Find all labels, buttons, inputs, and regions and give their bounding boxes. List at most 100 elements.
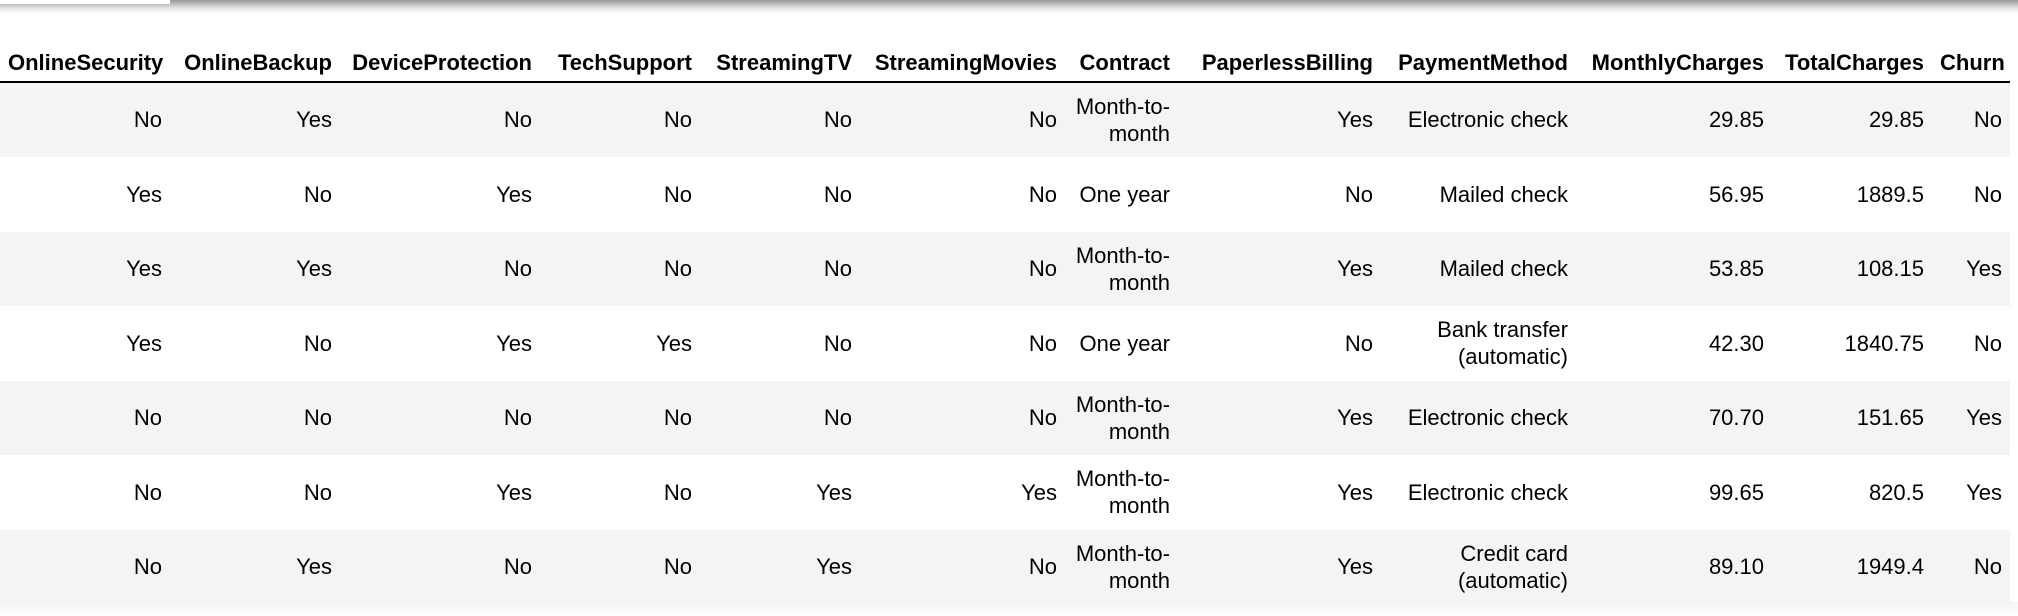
column-header-paymentmethod: PaymentMethod [1381,44,1576,83]
table-cell: Yes [0,231,170,306]
table-cell: Yes [1178,231,1381,306]
table-cell: No [1932,529,2010,604]
table-row: No No No No No No Month-to-month Yes Ele… [0,380,2010,455]
window-bottom-edge [0,602,2018,616]
table-row: No No Yes No Yes Yes Month-to-month Yes … [0,455,2010,530]
table-cell: No [0,380,170,455]
table-cell: 53.85 [1576,231,1772,306]
table-cell: Electronic check [1381,380,1576,455]
table-cell: Bank transfer (automatic) [1381,306,1576,381]
table-cell: Yes [340,455,540,530]
table-cell: Yes [1932,231,2010,306]
table-cell: No [540,455,700,530]
table-cell: No [860,380,1065,455]
column-header-churn: Churn [1932,44,2010,83]
column-header-paperlessbilling: PaperlessBilling [1178,44,1381,83]
table-cell: Electronic check [1381,82,1576,157]
header-row: OnlineSecurity OnlineBackup DeviceProtec… [0,44,2010,83]
table-cell: No [700,157,860,232]
table-cell: 820.5 [1772,455,1932,530]
table-cell: No [540,157,700,232]
table-cell: No [170,306,340,381]
table-cell: No [860,306,1065,381]
table-cell: 108.15 [1772,231,1932,306]
dataframe-table: OnlineSecurity OnlineBackup DeviceProtec… [0,44,2010,605]
table-cell: Yes [860,455,1065,530]
table-cell: No [340,380,540,455]
table-cell: Mailed check [1381,231,1576,306]
table-cell: 29.85 [1576,82,1772,157]
window-top-shadow [0,0,2018,14]
table-cell: Electronic check [1381,455,1576,530]
table-cell: 29.85 [1772,82,1932,157]
table-cell: No [1932,82,2010,157]
table-cell: Yes [1178,82,1381,157]
table-cell: No [700,231,860,306]
table-cell: No [860,529,1065,604]
table-cell: No [170,380,340,455]
table-cell: 89.10 [1576,529,1772,604]
column-header-onlinebackup: OnlineBackup [170,44,340,83]
table-cell: 99.65 [1576,455,1772,530]
table-cell: Yes [700,529,860,604]
table-row: No Yes No No No No Month-to-month Yes El… [0,82,2010,157]
table-cell: 56.95 [1576,157,1772,232]
column-header-streamingtv: StreamingTV [700,44,860,83]
table-cell: No [1932,306,2010,381]
table-cell: One year [1065,157,1178,232]
column-header-totalcharges: TotalCharges [1772,44,1932,83]
table-cell: No [340,231,540,306]
table-cell: Yes [170,82,340,157]
table-cell: 1949.4 [1772,529,1932,604]
table-cell: Mailed check [1381,157,1576,232]
table-cell: Yes [1178,529,1381,604]
column-header-contract: Contract [1065,44,1178,83]
table-cell: No [1178,306,1381,381]
table-cell: Month-to-month [1065,231,1178,306]
table-row: Yes No Yes Yes No No One year No Bank tr… [0,306,2010,381]
table-cell: No [700,82,860,157]
table-row: Yes No Yes No No No One year No Mailed c… [0,157,2010,232]
table-cell: No [1932,157,2010,232]
table-cell: Credit card (automatic) [1381,529,1576,604]
table-cell: Yes [1932,380,2010,455]
table-cell: No [0,82,170,157]
table-cell: No [1178,157,1381,232]
table-row: No Yes No No Yes No Month-to-month Yes C… [0,529,2010,604]
table-cell: Month-to-month [1065,455,1178,530]
table-cell: Yes [1178,380,1381,455]
table-cell: No [170,157,340,232]
table-cell: Month-to-month [1065,529,1178,604]
table-cell: No [170,455,340,530]
table-cell: No [700,306,860,381]
table-cell: No [860,82,1065,157]
table-cell: No [540,529,700,604]
table-cell: Yes [170,529,340,604]
table-cell: No [540,231,700,306]
table-cell: Yes [1178,455,1381,530]
table-cell: One year [1065,306,1178,381]
table-cell: Yes [1932,455,2010,530]
table-cell: 1840.75 [1772,306,1932,381]
column-header-onlinesecurity: OnlineSecurity [0,44,170,83]
column-header-streamingmovies: StreamingMovies [860,44,1065,83]
table-cell: No [860,231,1065,306]
table-cell: 151.65 [1772,380,1932,455]
column-header-monthlycharges: MonthlyCharges [1576,44,1772,83]
column-header-techsupport: TechSupport [540,44,700,83]
table-cell: Yes [340,306,540,381]
table-cell: Yes [540,306,700,381]
table-row: Yes Yes No No No No Month-to-month Yes M… [0,231,2010,306]
table-cell: 42.30 [1576,306,1772,381]
table-cell: Yes [170,231,340,306]
table-cell: No [340,529,540,604]
table-cell: No [340,82,540,157]
table-cell: 1889.5 [1772,157,1932,232]
table-cell: No [540,82,700,157]
table-cell: No [700,380,860,455]
table-cell: Month-to-month [1065,380,1178,455]
dataframe-container: OnlineSecurity OnlineBackup DeviceProtec… [0,44,2018,605]
table-cell: No [860,157,1065,232]
table-cell: No [0,455,170,530]
table-cell: Yes [0,157,170,232]
